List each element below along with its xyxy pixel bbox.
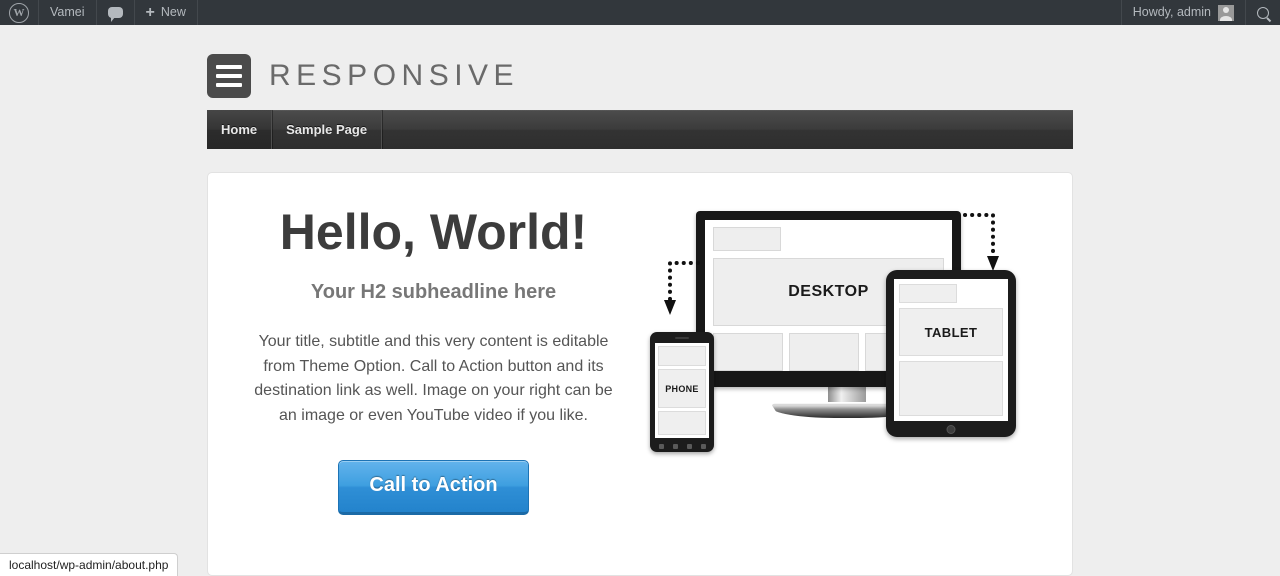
howdy-label: Howdy, admin (1132, 5, 1211, 19)
hero-image-area: DESKTOP PHONE TABLET (638, 195, 1072, 465)
phone-label: PHONE (665, 383, 699, 394)
nav-item-home-label: Home (221, 122, 258, 137)
search-icon (1257, 6, 1269, 19)
adminbar-right-group: Howdy, admin (1120, 0, 1280, 25)
tablet-screen: TABLET (894, 279, 1008, 421)
desktop-nav-block (713, 227, 781, 251)
nav-item-sample-page-label: Sample Page (286, 122, 368, 137)
logo-bar-2 (216, 73, 242, 78)
desktop-label: DESKTOP (788, 283, 869, 300)
logo-bar-3 (216, 82, 242, 87)
adminbar-search-button[interactable] (1245, 0, 1280, 25)
phone-block-2: PHONE (658, 369, 706, 408)
phone-search-key-icon (700, 444, 706, 449)
desktop-column-block-1 (713, 333, 783, 371)
main-navigation: Home Sample Page (207, 110, 1073, 149)
phone-back-key-icon (686, 444, 692, 449)
site-title[interactable]: RESPONSIVE (269, 59, 519, 93)
phone-home-key-icon (672, 444, 678, 449)
hero-paragraph: Your title, subtitle and this very conte… (254, 333, 613, 424)
status-bar-url: localhost/wp-admin/about.php (9, 558, 169, 572)
responsive-devices-illustration: DESKTOP PHONE TABLET (638, 190, 1043, 460)
tablet-home-button-icon (946, 425, 956, 434)
phone-screen: PHONE (655, 343, 709, 438)
hamburger-logo-icon[interactable] (207, 53, 251, 98)
dotted-arrow-right-icon (963, 210, 1003, 274)
site-header: RESPONSIVE (207, 25, 1073, 110)
phone-button-row (650, 444, 714, 449)
desktop-column-block-2 (789, 333, 859, 371)
logo-bar-1 (216, 64, 242, 69)
call-to-action-text-block: Hello, World! Your H2 subheadline here Y… (208, 195, 638, 575)
tablet-content-block (899, 361, 1003, 416)
my-account-menu-item[interactable]: Howdy, admin (1120, 0, 1245, 25)
browser-status-bar: localhost/wp-admin/about.php (0, 553, 179, 576)
dotted-arrow-left-icon (660, 258, 700, 318)
new-content-menu-item[interactable]: + New (135, 0, 198, 25)
comment-bubble-icon (107, 7, 123, 22)
tablet-hero-block: TABLET (899, 308, 1003, 356)
phone-menu-key-icon (658, 444, 664, 449)
comments-menu-item[interactable] (97, 0, 135, 25)
tablet-device: TABLET (886, 270, 1016, 437)
avatar (1218, 4, 1234, 21)
page-body: RESPONSIVE Home Sample Page Hello, World… (0, 25, 1280, 576)
new-label: New (160, 5, 186, 19)
site-name-label: Vamei (50, 5, 85, 19)
page-subtitle: Your H2 subheadline here (310, 281, 557, 303)
phone-device: PHONE (650, 332, 714, 452)
adminbar-spacer (198, 0, 1121, 25)
phone-block-3 (658, 411, 706, 435)
wp-logo-menu-item[interactable] (0, 0, 39, 25)
wordpress-logo-icon (9, 2, 29, 23)
site-name-menu-item[interactable]: Vamei (39, 0, 97, 25)
nav-item-sample-page[interactable]: Sample Page (272, 110, 383, 149)
tablet-nav-block (899, 284, 957, 303)
nav-item-home[interactable]: Home (207, 110, 273, 149)
content-panel: Hello, World! Your H2 subheadline here Y… (207, 172, 1073, 576)
call-to-action-button[interactable]: Call to Action (338, 460, 529, 515)
tablet-label: TABLET (924, 324, 978, 340)
site-container: RESPONSIVE Home Sample Page Hello, World… (207, 25, 1073, 576)
plus-icon: + (145, 3, 155, 21)
phone-block-1 (658, 346, 706, 366)
page-title: Hello, World! (279, 204, 588, 260)
wp-admin-bar: Vamei + New Howdy, admin (0, 0, 1280, 25)
